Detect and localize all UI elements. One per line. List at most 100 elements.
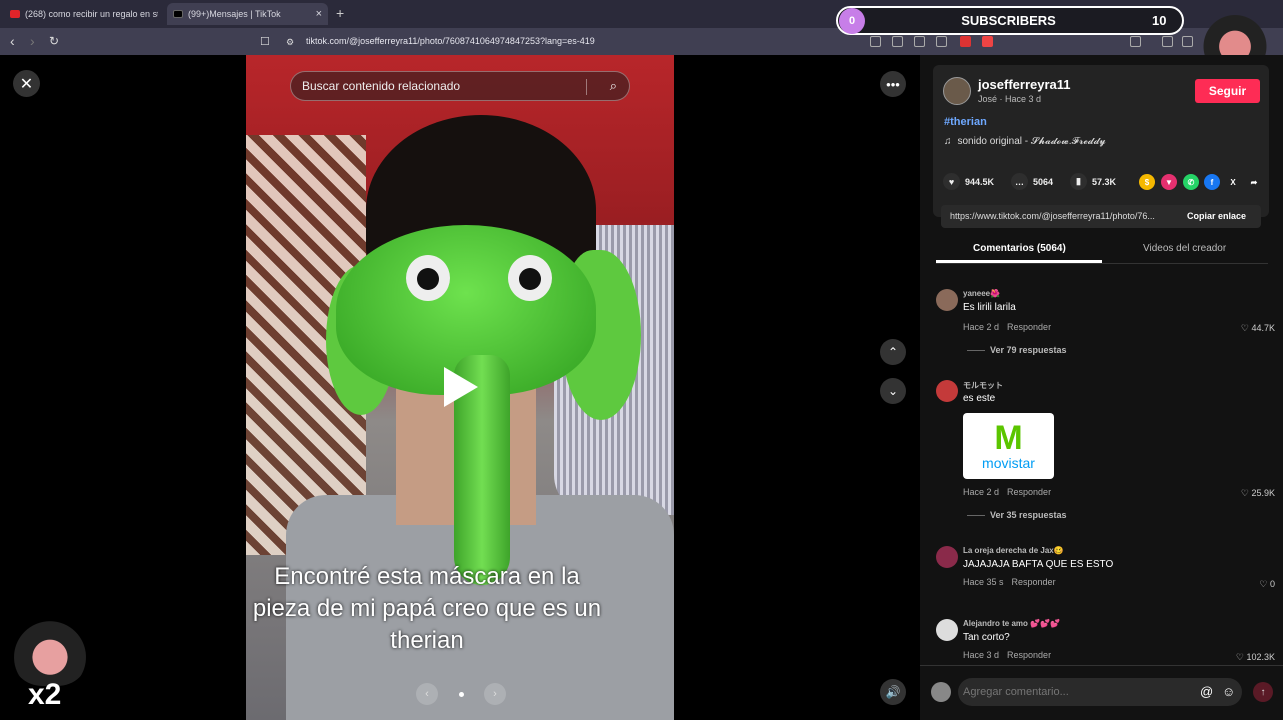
carousel-next-icon[interactable]: › xyxy=(484,683,506,705)
related-search-input[interactable]: Buscar contenido relacionado ⌕ xyxy=(290,71,630,101)
comment-text: JAJAJAJA BAFTA QUE ES ESTO xyxy=(963,559,1114,570)
reply-button[interactable]: Responder xyxy=(1007,487,1051,497)
browser-tab-tiktok[interactable]: (99+)Mensajes | TikTok × xyxy=(167,3,328,25)
mention-icon[interactable]: @ xyxy=(1200,684,1213,699)
post-actions: ♥ 944.5K … 5064 ▮ 57.3K $ ▼ ✆ f X ➦ xyxy=(935,173,1275,193)
comment-like-button[interactable]: ♡ 102.3K xyxy=(1236,652,1275,663)
tab-comments[interactable]: Comentarios (5064) xyxy=(973,243,1066,254)
comment-username[interactable]: La oreja derecha de Jax🥴 xyxy=(963,546,1064,555)
comment-time: Hace 2 d xyxy=(963,322,1000,332)
comment-avatar[interactable] xyxy=(936,619,958,641)
comment-meta: Hace 35 s Responder xyxy=(963,577,1064,587)
comment-item: Alejandro te amo 💕💕💕 Tan corto? Hace 3 d… xyxy=(934,619,1279,665)
site-info-icon[interactable]: ⚙ xyxy=(286,37,294,48)
comment-like-count: 25.9K xyxy=(1251,488,1275,498)
share-icon[interactable] xyxy=(936,36,947,47)
view-replies-button[interactable]: Ver 79 respuestas xyxy=(967,345,1067,355)
comment-avatar[interactable] xyxy=(936,546,958,568)
cast-icon[interactable] xyxy=(914,36,925,47)
extension-icon[interactable] xyxy=(870,36,881,47)
hashtag-link[interactable]: #therian xyxy=(944,116,987,128)
reload-icon[interactable]: ↻ xyxy=(49,34,59,48)
post-photo[interactable]: Buscar contenido relacionado ⌕ Encontré … xyxy=(246,55,674,720)
comment-text: es este xyxy=(963,393,996,404)
current-user-avatar xyxy=(931,682,951,702)
new-tab-button[interactable]: + xyxy=(336,5,344,21)
comment-meta: Hace 2 d Responder xyxy=(963,487,1059,497)
facebook-icon[interactable]: f xyxy=(1204,174,1220,190)
reply-button[interactable]: Responder xyxy=(1007,650,1051,660)
next-post-button[interactable]: ⌄ xyxy=(880,378,906,404)
view-replies-button[interactable]: Ver 35 respuestas xyxy=(967,510,1067,520)
whatsapp-icon[interactable]: ✆ xyxy=(1183,174,1199,190)
author-subline: José · Hace 3 d xyxy=(978,94,1042,104)
comment-avatar[interactable] xyxy=(936,380,958,402)
search-icon[interactable]: ⌕ xyxy=(610,78,617,94)
save-button[interactable]: ▮ 57.3K xyxy=(1070,173,1116,190)
sound-title: sonido original - 𝓢𝓱𝓪𝓭𝓸𝔀.𝓕𝓻𝓮𝓭𝓭𝔂 xyxy=(957,136,1106,147)
comment-count: 5064 xyxy=(1033,176,1054,187)
send-comment-button[interactable]: ↑ xyxy=(1253,682,1273,702)
x-icon[interactable]: X xyxy=(1225,174,1241,190)
heart-icon: ♥ xyxy=(943,173,960,190)
bookmark-icon[interactable]: ☐ xyxy=(260,35,270,48)
photo-mask-eye-left xyxy=(406,255,450,301)
reply-button[interactable]: Responder xyxy=(1012,577,1056,587)
comment-time: Hace 2 d xyxy=(963,487,1000,497)
play-icon[interactable] xyxy=(444,367,478,407)
reply-button[interactable]: Responder xyxy=(1007,322,1051,332)
tab-title: (99+)Mensajes | TikTok xyxy=(188,9,281,19)
comment-like-button[interactable]: ♡ 25.9K xyxy=(1241,488,1275,499)
repost-icon[interactable]: ▼ xyxy=(1161,174,1177,190)
close-viewer-button[interactable]: ✕ xyxy=(13,70,40,97)
comment-username[interactable]: yaneee🌺 xyxy=(963,289,1000,298)
subscribers-count: 10 xyxy=(1152,13,1167,28)
browser-tab-youtube[interactable]: (268) como recibir un regalo en steam xyxy=(4,3,164,25)
close-tab-icon[interactable]: × xyxy=(316,8,322,20)
comment-image-movistar[interactable]: M movistar xyxy=(963,413,1054,479)
author-avatar[interactable] xyxy=(943,77,971,105)
translate-icon[interactable] xyxy=(892,36,903,47)
post-link[interactable]: https://www.tiktok.com/@josefferreyra11/… xyxy=(950,211,1175,221)
media-icon[interactable] xyxy=(1162,36,1173,47)
share-arrow-icon[interactable]: ➦ xyxy=(1246,174,1262,190)
author-card: josefferreyra11 José · Hace 3 d Seguir #… xyxy=(933,65,1269,217)
tab-creator-videos[interactable]: Videos del creador xyxy=(1143,243,1226,254)
photo-caption: Encontré esta máscara en la pieza de mi … xyxy=(252,563,602,654)
carousel-dot[interactable] xyxy=(458,691,464,697)
follow-button[interactable]: Seguir xyxy=(1195,79,1260,103)
carousel-prev-icon[interactable]: ‹ xyxy=(416,683,438,705)
emoji-icon[interactable]: ☺ xyxy=(1222,684,1235,699)
comment-time: Hace 35 s xyxy=(963,577,1004,587)
wallet-icon[interactable] xyxy=(1130,36,1141,47)
comment-time: Hace 3 d xyxy=(963,650,1000,660)
sound-link[interactable]: ♫ sonido original - 𝓢𝓱𝓪𝓭𝓸𝔀.𝓕𝓻𝓮𝓭𝓭𝔂 xyxy=(944,136,1106,147)
tab-title: (268) como recibir un regalo en steam xyxy=(25,9,158,19)
coin-icon[interactable]: $ xyxy=(1139,174,1155,190)
comment-like-button[interactable]: ♡ 44.7K xyxy=(1241,323,1275,334)
sidebar-icon[interactable] xyxy=(1182,36,1193,47)
brave-shield-icon[interactable] xyxy=(960,36,971,47)
comment-icon: … xyxy=(1011,173,1028,190)
comment-button[interactable]: … 5064 xyxy=(1011,173,1053,190)
previous-post-button[interactable]: ⌃ xyxy=(880,339,906,365)
more-options-button[interactable]: ••• xyxy=(880,71,906,97)
comment-like-button[interactable]: ♡ 0 xyxy=(1259,579,1275,590)
share-link-row: https://www.tiktok.com/@josefferreyra11/… xyxy=(941,205,1261,228)
comment-username[interactable]: Alejandro te amo 💕💕💕 xyxy=(963,619,1060,628)
forward-icon[interactable]: › xyxy=(30,33,35,49)
volume-button[interactable]: 🔊 xyxy=(880,679,906,705)
comment-username[interactable]: モルモット xyxy=(963,380,1003,391)
url-field[interactable]: tiktok.com/@josefferreyra11/photo/760874… xyxy=(306,36,595,46)
streamer-sticker xyxy=(12,614,88,686)
comment-avatar[interactable] xyxy=(936,289,958,311)
photo-mask-eye-right xyxy=(508,255,552,301)
comment-tabs: Comentarios (5064) Videos del creador xyxy=(936,238,1268,264)
back-icon[interactable]: ‹ xyxy=(10,33,15,49)
copy-link-button[interactable]: Copiar enlace xyxy=(1187,211,1246,221)
brave-rewards-icon[interactable] xyxy=(982,36,993,47)
like-button[interactable]: ♥ 944.5K xyxy=(943,173,994,190)
tiktok-icon xyxy=(173,10,183,18)
author-username[interactable]: josefferreyra11 xyxy=(978,77,1071,92)
multiplier-badge: x2 xyxy=(28,678,62,711)
